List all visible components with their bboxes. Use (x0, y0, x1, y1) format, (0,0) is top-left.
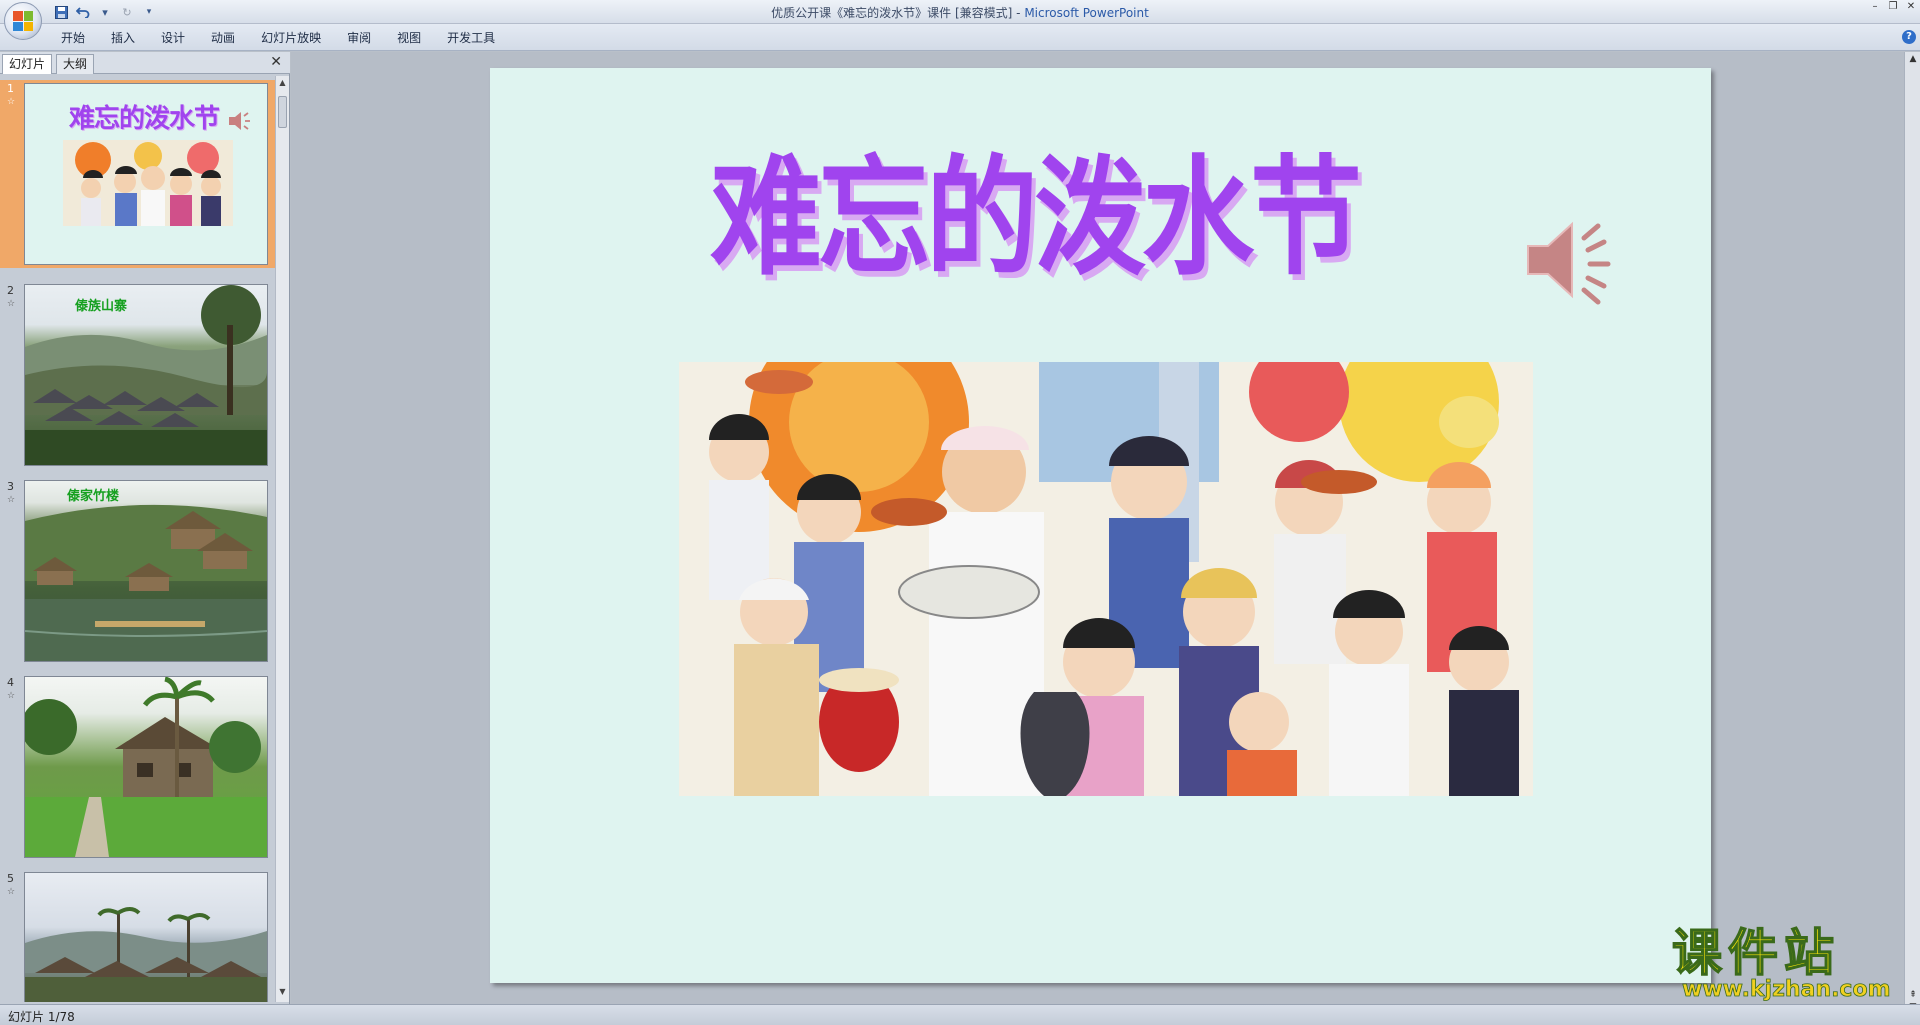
status-bar: 幻灯片 1/78 (0, 1004, 1920, 1025)
restore-icon[interactable]: ❐ (1886, 1, 1900, 13)
thumbnails-scrollbar[interactable]: ▲ ▼ (275, 76, 289, 1002)
document-title: 优质公开课《难忘的泼水节》课件 [兼容模式] - (771, 6, 1025, 20)
scroll-up-icon[interactable]: ▲ (276, 78, 289, 91)
slide-editing-area: 难忘的泼水节 (291, 52, 1904, 1004)
animation-star-icon: ☆ (7, 97, 16, 107)
thumbnail-slide-4[interactable]: 4 ☆ (0, 674, 276, 862)
title-bar: ▾ ↻ ▾ 优质公开课《难忘的泼水节》课件 [兼容模式] - Microsoft… (0, 0, 1920, 24)
office-button[interactable] (4, 2, 42, 40)
previous-slide-icon[interactable]: ⇞ (1906, 990, 1920, 1000)
tab-animations[interactable]: 动画 (198, 30, 248, 46)
tab-slides[interactable]: 幻灯片 (2, 54, 53, 74)
tab-view[interactable]: 视图 (384, 30, 434, 46)
thumbnail-image: 傣族山寨 (24, 284, 268, 466)
slide-counter: 幻灯片 1/78 (8, 1010, 75, 1024)
scroll-thumb[interactable] (278, 96, 287, 128)
thumbnail-number: 2 (7, 284, 14, 297)
thumbnail-image: 傣家竹楼 (24, 480, 268, 662)
thumbnail-list: 1 ☆ 难忘的泼水节 2 ☆ 傣族山寨 3 ☆ 傣家竹楼 4 ☆ 5 ☆ (0, 76, 276, 1002)
tab-slideshow[interactable]: 幻灯片放映 (248, 30, 334, 46)
tab-design[interactable]: 设计 (148, 30, 198, 46)
thumbnail-number: 5 (7, 872, 14, 885)
animation-star-icon: ☆ (7, 887, 16, 897)
window-title: 优质公开课《难忘的泼水节》课件 [兼容模式] - Microsoft Power… (0, 4, 1920, 21)
thumbnail-image (24, 676, 268, 858)
slide-title[interactable]: 难忘的泼水节 (710, 114, 1362, 300)
help-icon[interactable]: ? (1902, 30, 1916, 44)
thumbnail-number: 3 (7, 480, 14, 493)
thumbnail-number: 4 (7, 676, 14, 689)
speaker-icon (229, 112, 250, 130)
ribbon-tabs: 开始 插入 设计 动画 幻灯片放映 审阅 视图 开发工具 (48, 30, 508, 46)
palm-house-landscape (25, 677, 267, 857)
scroll-up-icon[interactable]: ▲ (1906, 54, 1920, 64)
close-panel-icon[interactable]: ✕ (270, 54, 282, 70)
thumbnail-image (24, 872, 268, 1002)
watermark-url: www.kjzhan.com (1682, 977, 1891, 1002)
thumbnail-slide-5[interactable]: 5 ☆ (0, 870, 276, 1002)
thumbnail-title: 傣族山寨 (75, 299, 128, 314)
tab-review[interactable]: 审阅 (334, 30, 384, 46)
ribbon: 开始 插入 设计 动画 幻灯片放映 审阅 视图 开发工具 ? (0, 24, 1920, 51)
close-icon[interactable]: ✕ (1904, 1, 1918, 13)
animation-star-icon: ☆ (7, 299, 16, 309)
thumbnail-number: 1 (7, 82, 14, 95)
thumbnail-image: 难忘的泼水节 (24, 83, 268, 265)
animation-star-icon: ☆ (7, 495, 16, 505)
village-palms-landscape (25, 907, 267, 1002)
editor-scrollbar[interactable]: ▲ ▼ ⇞ (1904, 52, 1920, 1012)
minimize-icon[interactable]: – (1868, 1, 1882, 13)
panel-tabs: 幻灯片 大纲 ✕ (0, 52, 290, 74)
thumbnail-slide-1[interactable]: 1 ☆ 难忘的泼水节 (0, 80, 276, 268)
office-logo-icon (13, 11, 33, 31)
tab-insert[interactable]: 插入 (98, 30, 148, 46)
village-landscape (25, 285, 267, 465)
thumbnail-title: 傣家竹楼 (67, 489, 120, 504)
slides-panel: 幻灯片 大纲 ✕ 1 ☆ 难忘的泼水节 2 ☆ 傣族山寨 3 ☆ 傣家竹楼 4 … (0, 52, 290, 1004)
festival-illustration (63, 140, 233, 226)
animation-star-icon: ☆ (7, 691, 16, 701)
current-slide[interactable]: 难忘的泼水节 (490, 68, 1711, 983)
tab-home[interactable]: 开始 (48, 30, 98, 46)
bamboo-house-landscape (25, 504, 267, 661)
kjzhan-watermark: 课件站 www.kjzhan.com (1671, 922, 1891, 1002)
speaker-icon[interactable] (1520, 208, 1640, 308)
festival-illustration[interactable] (679, 362, 1533, 796)
tab-outline[interactable]: 大纲 (56, 54, 95, 74)
thumbnail-title: 难忘的泼水节 (69, 104, 220, 134)
thumbnail-slide-3[interactable]: 3 ☆ 傣家竹楼 (0, 478, 276, 666)
window-controls: – ❐ ✕ (1868, 1, 1918, 13)
watermark-title: 课件站 (1672, 923, 1840, 982)
app-name: Microsoft PowerPoint (1024, 6, 1149, 20)
tab-developer[interactable]: 开发工具 (434, 30, 508, 46)
thumbnail-slide-2[interactable]: 2 ☆ 傣族山寨 (0, 282, 276, 470)
scroll-down-icon[interactable]: ▼ (276, 987, 289, 1000)
